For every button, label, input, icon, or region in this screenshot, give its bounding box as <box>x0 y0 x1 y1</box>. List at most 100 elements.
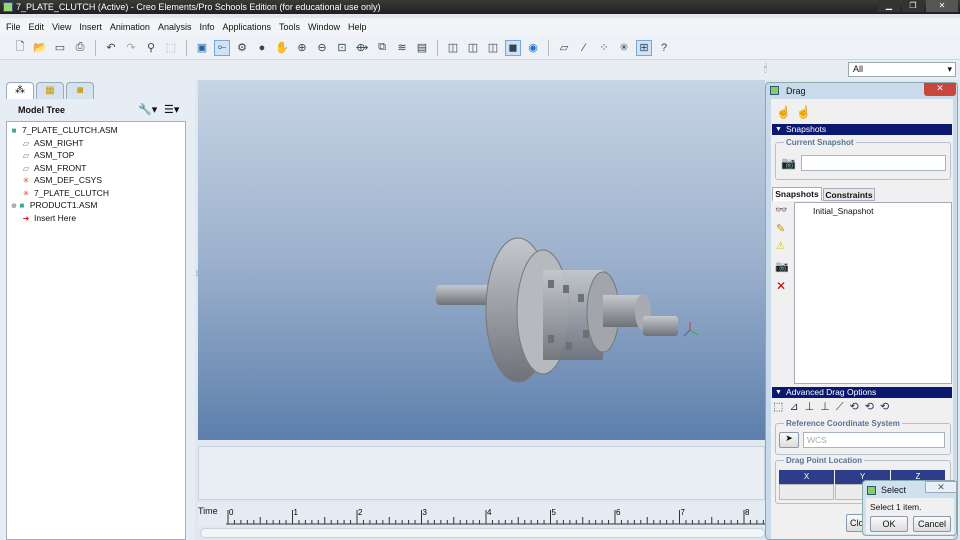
package-move-icon[interactable]: ⬚ <box>773 401 789 413</box>
menu-file[interactable]: File <box>2 18 25 36</box>
tab-model-tree[interactable]: ⁂ <box>6 82 34 99</box>
tree-settings-icon[interactable]: 🔧▾ <box>138 103 157 116</box>
menu-bar: File Edit View Insert Animation Analysis… <box>0 18 960 36</box>
menu-view[interactable]: View <box>48 18 75 36</box>
save-icon[interactable]: ▭ <box>52 40 68 56</box>
zoom-in-icon[interactable]: ⊕ <box>294 40 310 56</box>
datum-planes-icon[interactable]: ▱ <box>556 40 572 56</box>
reference-csys-input[interactable]: WCS <box>803 432 945 448</box>
tree-item[interactable]: ▱ ASM_FRONT <box>21 162 87 174</box>
wireframe-icon[interactable]: ◫ <box>445 40 461 56</box>
animation-timeline[interactable]: Time 0 1 2 3 4 5 6 7 8 <box>198 502 766 526</box>
open-icon[interactable]: 📂 <box>32 40 48 56</box>
menu-edit[interactable]: Edit <box>25 18 49 36</box>
tab-snapshots[interactable]: Snapshots <box>772 187 822 201</box>
timeline-scrollbar[interactable] <box>200 528 765 538</box>
reorient-icon[interactable]: ⟴ <box>354 40 370 56</box>
camera-icon[interactable]: 📷 <box>775 260 789 273</box>
tree-item[interactable]: ✳ 7_PLATE_CLUTCH <box>21 187 109 199</box>
tab-constraints[interactable]: Constraints <box>823 188 875 201</box>
tree-item[interactable]: ⊕ ■ PRODUCT1.ASM <box>11 199 97 211</box>
menu-animation[interactable]: Animation <box>106 18 154 36</box>
print-icon[interactable]: ⎙ <box>72 40 88 56</box>
timeline-ruler[interactable]: 0 1 2 3 4 5 6 7 8 <box>226 506 766 526</box>
datum-plane-icon: ▱ <box>22 151 30 160</box>
pan-icon[interactable]: ✋ <box>274 40 290 56</box>
shading-icon[interactable]: ● <box>254 40 270 56</box>
connections-icon[interactable]: ⚙ <box>234 40 250 56</box>
maximize-button[interactable]: ❐ <box>902 0 924 12</box>
tab-favorites[interactable]: ◙ <box>66 82 94 99</box>
select-box-icon[interactable]: ⬚ <box>163 40 179 56</box>
snapshot-item[interactable]: Initial_Snapshot <box>813 206 874 216</box>
refit-icon[interactable]: ⊡ <box>334 40 350 56</box>
show-snapshot-icon[interactable]: 👓 <box>775 205 787 216</box>
selection-filter-dropdown[interactable]: All ▾ <box>848 62 956 77</box>
close-icon[interactable]: ✕ <box>925 481 957 493</box>
enhanced-realism-icon[interactable]: ◉ <box>525 40 541 56</box>
context-help-icon[interactable]: ? <box>656 40 672 56</box>
menu-info[interactable]: Info <box>195 18 218 36</box>
shaded-icon[interactable]: ◼ <box>505 39 521 56</box>
take-snapshot-icon[interactable]: 📷 <box>781 156 796 170</box>
filter-row <box>0 60 960 80</box>
rotate-y-icon[interactable]: ⟲ <box>865 401 880 413</box>
view-manager-icon[interactable]: ▤ <box>414 40 430 56</box>
move-y-icon[interactable]: ⊥ <box>820 401 836 413</box>
tree-item[interactable]: ✳ ASM_DEF_CSYS <box>21 174 102 186</box>
annotations-icon[interactable]: ⊞ <box>636 39 652 56</box>
undo-icon[interactable]: ↶ <box>103 40 119 56</box>
datum-points-icon[interactable]: ⁘ <box>596 40 612 56</box>
clutch-model[interactable] <box>198 80 765 440</box>
point-drag-icon[interactable]: ☝ <box>776 105 791 119</box>
close-button[interactable]: ✕ <box>926 0 958 12</box>
close-icon[interactable]: ✕ <box>924 83 956 96</box>
cursor-arrow-icon: ➤ <box>785 433 793 443</box>
move-x-icon[interactable]: ⊥ <box>805 401 821 413</box>
tree-item[interactable]: ▱ ASM_TOP <box>21 149 75 161</box>
rotate-x-icon[interactable]: ⟲ <box>850 401 865 413</box>
no-hidden-icon[interactable]: ◫ <box>485 40 501 56</box>
hidden-line-icon[interactable]: ◫ <box>465 40 481 56</box>
current-snapshot-input[interactable] <box>801 155 946 171</box>
advanced-drag-options-header[interactable]: Advanced Drag Options <box>772 387 952 398</box>
csys-select-icon[interactable]: ⊿ <box>789 401 804 413</box>
new-icon[interactable]: 🗋 <box>12 40 28 56</box>
drag-components-icon[interactable]: ⟜ <box>214 39 230 56</box>
ruler-tick-label: 3 <box>423 508 428 517</box>
graphics-viewport[interactable] <box>198 80 765 440</box>
menu-help[interactable]: Help <box>344 18 371 36</box>
edit-snapshot-icon[interactable]: ✎ <box>776 222 785 235</box>
ok-button[interactable]: OK <box>870 516 908 532</box>
menu-applications[interactable]: Applications <box>218 18 275 36</box>
rotate-z-icon[interactable]: ⟲ <box>880 401 895 413</box>
column-x: X <box>779 470 834 484</box>
snapshots-section-header[interactable]: Snapshots <box>772 124 952 135</box>
find-icon[interactable]: ⚲ <box>143 40 159 56</box>
menu-window[interactable]: Window <box>304 18 344 36</box>
menu-tools[interactable]: Tools <box>275 18 304 36</box>
repaint-icon[interactable]: ▣ <box>194 40 210 56</box>
delete-icon[interactable]: ✕ <box>776 279 786 293</box>
select-csys-button[interactable]: ➤ <box>779 432 799 448</box>
tree-columns-icon[interactable]: ☰▾ <box>164 103 179 116</box>
minimize-button[interactable]: ▁ <box>878 0 900 12</box>
body-drag-icon[interactable]: ☝ <box>796 105 811 119</box>
tree-item[interactable]: ■ 7_PLATE_CLUTCH.ASM <box>9 124 118 136</box>
csys-icon[interactable]: ✳ <box>616 40 632 56</box>
tree-item[interactable]: ▱ ASM_RIGHT <box>21 137 84 149</box>
menu-analysis[interactable]: Analysis <box>154 18 196 36</box>
redo-icon[interactable]: ↷ <box>123 40 139 56</box>
zoom-out-icon[interactable]: ⊖ <box>314 40 330 56</box>
constraint-warning-icon[interactable]: ⚠ <box>776 241 785 252</box>
tab-folder-browser[interactable]: ▦ <box>36 82 64 99</box>
move-z-icon[interactable]: ⟋ <box>836 401 850 413</box>
layers-icon[interactable]: ≋ <box>394 40 410 56</box>
menu-insert[interactable]: Insert <box>75 18 106 36</box>
sash-handle[interactable]: ⋮ <box>194 270 200 277</box>
datum-axes-icon[interactable]: ⁄ <box>576 40 592 56</box>
saved-views-icon[interactable]: ⧉ <box>374 40 390 56</box>
cancel-button[interactable]: Cancel <box>913 516 951 532</box>
tree-item[interactable]: ➜ Insert Here <box>21 212 76 224</box>
x-value-cell[interactable] <box>779 484 834 500</box>
